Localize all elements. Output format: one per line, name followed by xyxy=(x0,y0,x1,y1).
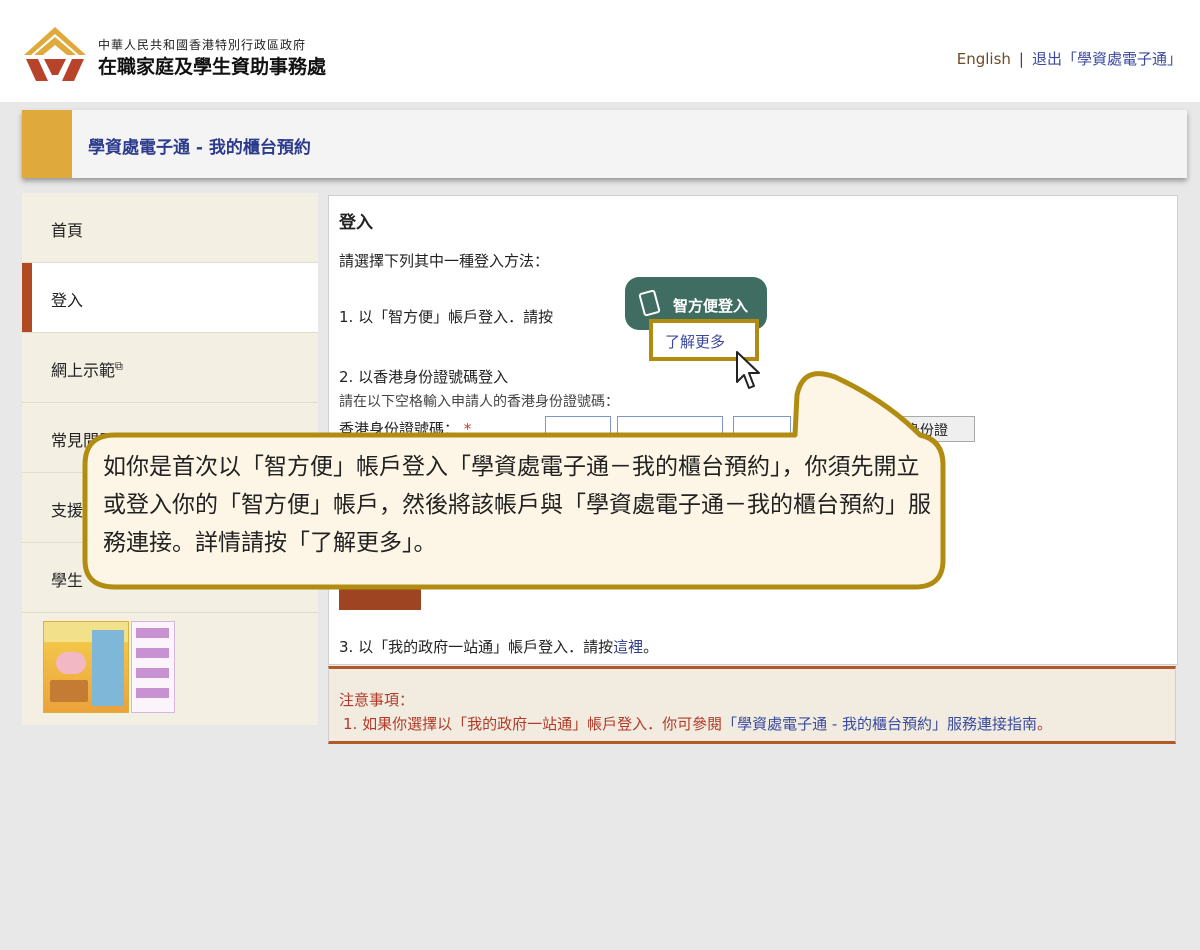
banner-accent xyxy=(22,110,72,178)
sidebar-item-login[interactable]: 登入 xyxy=(22,263,318,333)
here-link[interactable]: 這裡 xyxy=(613,638,643,656)
service-guide-link[interactable]: 「學資處電子通 - 我的櫃台預約」服務連接指南 xyxy=(722,715,1037,733)
wfsfaa-logo-icon xyxy=(24,27,86,81)
leaflet-image xyxy=(43,621,129,713)
promo-leaflet[interactable] xyxy=(43,621,193,713)
option-gov-onestop: 3. 以「我的政府一站通」帳戶登入．請按這裡。 xyxy=(339,638,659,656)
sidebar-item-label: 登入 xyxy=(51,291,84,310)
sidebar-item-label: 首頁 xyxy=(51,221,84,240)
link-separator: | xyxy=(1018,50,1024,68)
phone-icon xyxy=(638,289,661,317)
org-subtitle: 中華人民共和國香港特別行政區政府 xyxy=(98,38,307,52)
top-links: English | 退出「學資處電子通」 xyxy=(957,48,1182,69)
iamsmart-button-label: 智方便登入 xyxy=(673,297,749,315)
leaflet-image xyxy=(131,621,175,713)
login-intro: 請選擇下列其中一種登入方法： xyxy=(339,252,550,270)
sidebar-item-home[interactable]: 首頁 xyxy=(22,193,318,263)
page-banner: 學資處電子通 - 我的櫃台預約 xyxy=(22,110,1187,178)
panel-heading: 登入 xyxy=(339,213,373,233)
page-title: 學資處電子通 - 我的櫃台預約 xyxy=(88,138,311,158)
notes-title: 注意事項： xyxy=(339,691,415,709)
learn-more-link[interactable]: 了解更多 xyxy=(665,331,725,352)
option-iamsmart: 1. 以「智方便」帳戶登入．請按 xyxy=(339,308,554,326)
callout-text: 如你是首次以「智方便」帳戶登入「學資處電子通－我的櫃台預約」，你須先開立或登入你… xyxy=(103,454,931,556)
notes-box: 注意事項： 1. 如果你選擇以「我的政府一站通」帳戶登入．你可參閱「學資處電子通… xyxy=(328,666,1176,744)
org-title: 在職家庭及學生資助事務處 xyxy=(98,56,327,78)
english-link[interactable]: English xyxy=(957,50,1011,68)
notes-item-1: 1. 如果你選擇以「我的政府一站通」帳戶登入．你可參閱「學資處電子通 - 我的櫃… xyxy=(343,715,1053,733)
logout-link[interactable]: 退出「學資處電子通」 xyxy=(1032,50,1182,68)
site-header: 中華人民共和國香港特別行政區政府 在職家庭及學生資助事務處 English | 退出… xyxy=(0,0,1200,102)
